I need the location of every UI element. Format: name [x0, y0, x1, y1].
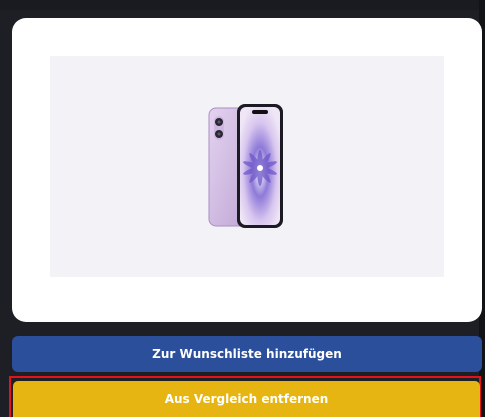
- product-card: [12, 18, 482, 322]
- top-divider: [0, 0, 485, 10]
- remove-from-compare-button[interactable]: Aus Vergleich entfernen: [13, 381, 480, 417]
- add-to-wishlist-button[interactable]: Zur Wunschliste hinzufügen: [12, 336, 482, 372]
- product-image-area[interactable]: [50, 56, 444, 277]
- iphone-image: [208, 104, 283, 228]
- product-compare-panel: Zur Wunschliste hinzufügen Aus Vergleich…: [0, 0, 485, 417]
